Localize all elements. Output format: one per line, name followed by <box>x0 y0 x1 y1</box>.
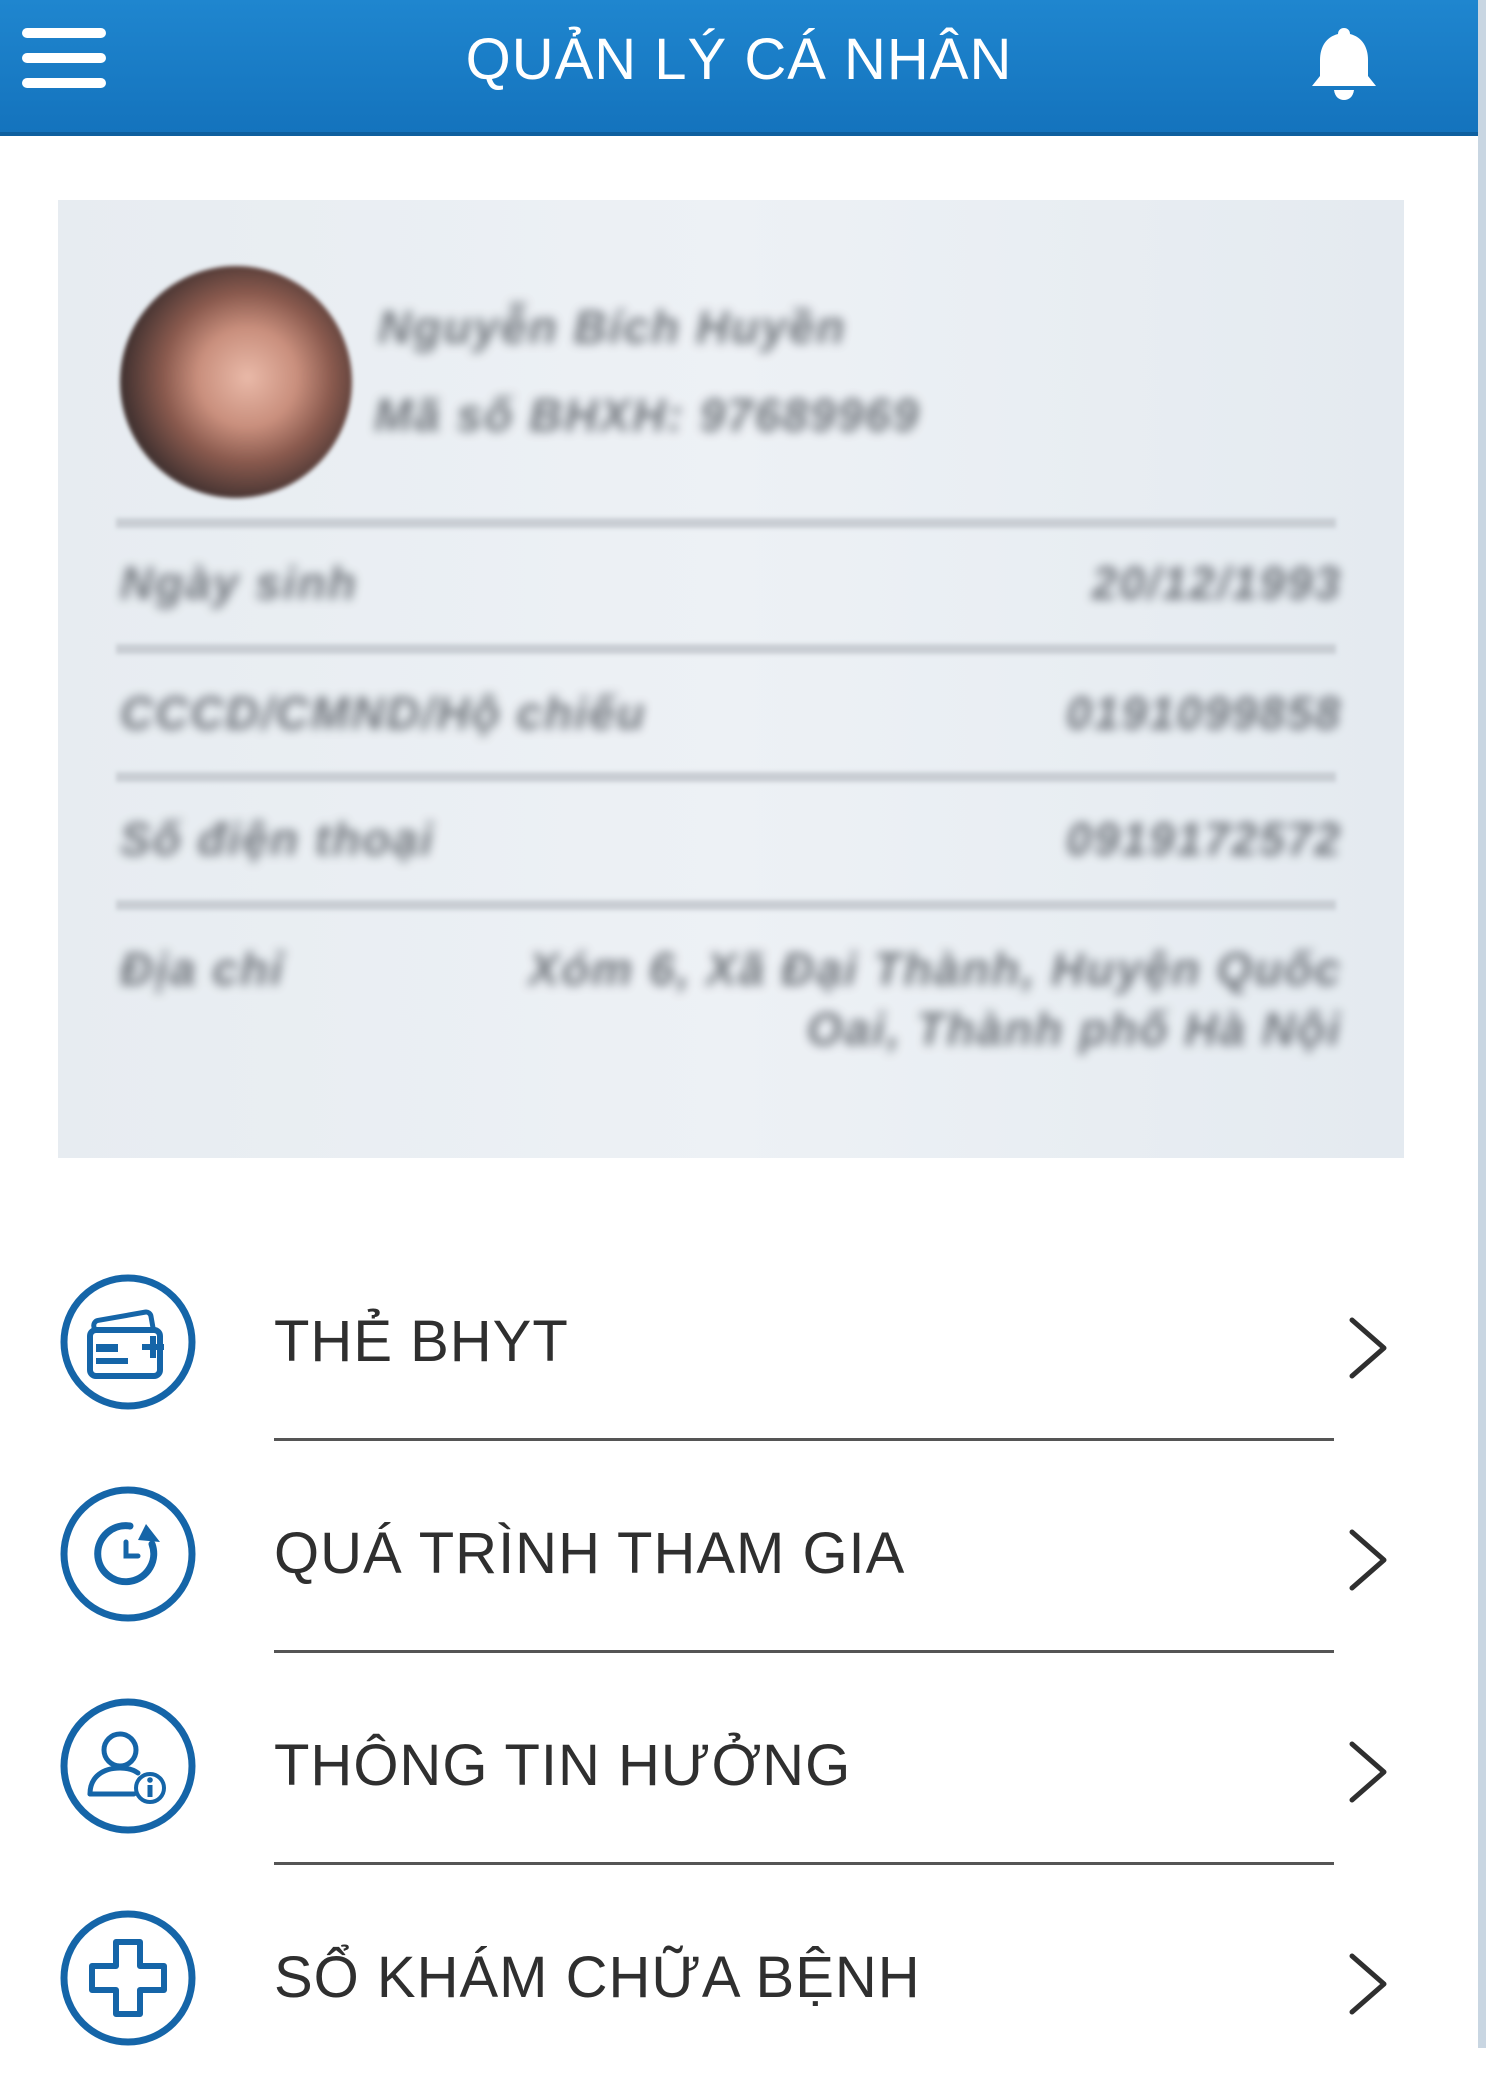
row-value-address: Xóm 6, Xã Đại Thành, Huyện Quốc <box>528 943 1342 995</box>
row-label-address: Địa chỉ <box>120 943 285 995</box>
chevron-right-icon <box>1349 1741 1387 1803</box>
history-icon <box>60 1486 196 1622</box>
row-value-phone: 0919172572 <box>1066 813 1342 865</box>
row-value-dob: 20/12/1993 <box>1091 557 1342 609</box>
menu-item-history[interactable]: QUÁ TRÌNH THAM GIA <box>0 1438 1478 1650</box>
card-divider <box>116 900 1336 910</box>
avatar <box>120 266 352 498</box>
menu-item-label: THẺ BHYT <box>274 1309 569 1374</box>
page-title: QUẢN LÝ CÁ NHÂN <box>465 27 1013 92</box>
right-edge <box>1478 0 1486 2048</box>
profile-name: Nguyễn Bích Huyền <box>378 301 847 353</box>
user-info-icon <box>60 1698 196 1834</box>
row-label-dob: Ngày sinh <box>120 557 358 609</box>
menu-item-medical-record[interactable]: SỔ KHÁM CHỮA BỆNH <box>0 1862 1478 2074</box>
row-value-id: 0191099858 <box>1066 687 1342 739</box>
app-header: QUẢN LÝ CÁ NHÂN <box>0 0 1478 136</box>
chevron-right-icon <box>1349 1953 1387 2015</box>
health-card-icon <box>60 1274 196 1410</box>
menu-item-health-card[interactable]: THẺ BHYT <box>0 1226 1478 1438</box>
menu-item-label: THÔNG TIN HƯỞNG <box>274 1733 852 1798</box>
row-label-phone: Số điện thoại <box>120 813 435 865</box>
chevron-right-icon <box>1349 1317 1387 1379</box>
menu-item-label: QUÁ TRÌNH THAM GIA <box>274 1521 906 1586</box>
card-divider <box>116 772 1336 782</box>
card-divider <box>116 518 1336 528</box>
profile-card: Nguyễn Bích Huyền Mã số BHXH: 97689969 N… <box>58 200 1404 1158</box>
menu-item-benefit-info[interactable]: THÔNG TIN HƯỞNG <box>0 1650 1478 1862</box>
chevron-right-icon <box>1349 1529 1387 1591</box>
medical-cross-icon <box>60 1910 196 2046</box>
row-label-id: CCCD/CMND/Hộ chiếu <box>120 687 647 739</box>
menu-item-label: SỔ KHÁM CHỮA BỆNH <box>274 1945 921 2010</box>
bell-icon[interactable] <box>1302 22 1386 102</box>
card-divider <box>116 644 1336 654</box>
profile-code: Mã số BHXH: 97689969 <box>374 389 921 441</box>
row-value-address-line2: Oai, Thành phố Hà Nội <box>806 1003 1342 1055</box>
